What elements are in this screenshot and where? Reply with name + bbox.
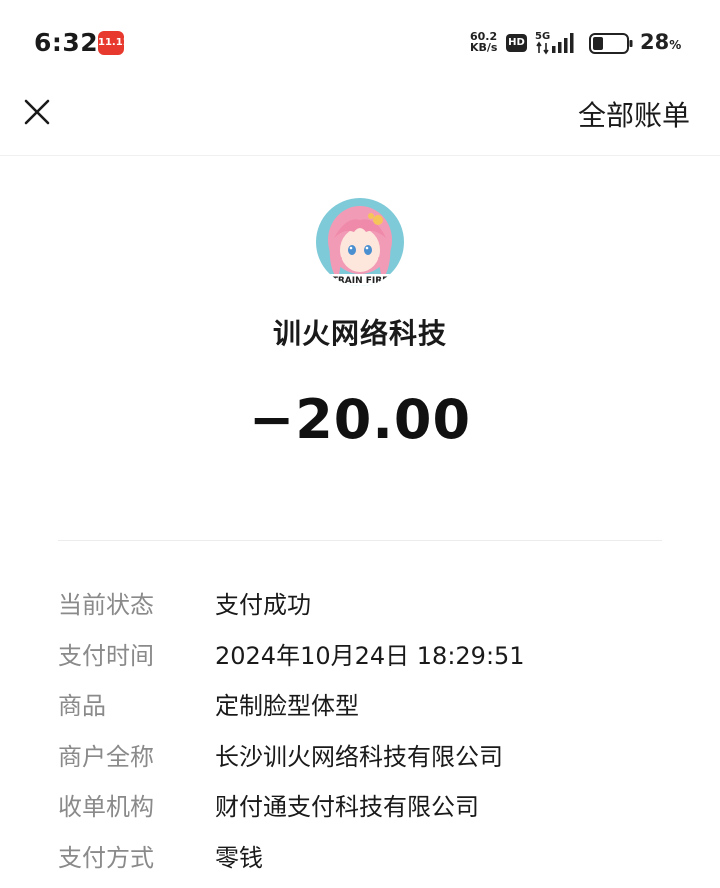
detail-value: 定制脸型体型 xyxy=(215,686,359,721)
status-bar: 6:32 11.11 60.2 KB/s HD 5G 28% xyxy=(0,0,720,88)
detail-label: 商户全称 xyxy=(58,737,154,772)
detail-label: 收单机构 xyxy=(58,787,154,822)
detail-label: 当前状态 xyxy=(58,585,154,620)
battery-percent-unit: % xyxy=(669,38,681,52)
detail-value: 2024年10月24日 18:29:51 xyxy=(215,636,525,671)
detail-value: 长沙训火网络科技有限公司 xyxy=(215,737,503,772)
detail-row-acquirer: 收单机构 财付通支付科技有限公司 xyxy=(58,787,698,838)
battery-percent-value: 28 xyxy=(640,30,669,54)
detail-value: 财付通支付科技有限公司 xyxy=(215,787,479,822)
detail-value: 支付成功 xyxy=(215,585,311,620)
detail-label: 商品 xyxy=(58,686,106,721)
close-icon[interactable] xyxy=(22,97,52,127)
detail-row-product: 商品 定制脸型体型 xyxy=(58,686,698,737)
divider xyxy=(58,540,662,541)
detail-label: 支付时间 xyxy=(58,636,154,671)
app-notification-icon: 11.11 xyxy=(98,31,124,55)
hd-icon: HD xyxy=(506,34,527,52)
detail-row-pay-method: 支付方式 零钱 xyxy=(58,838,698,888)
top-nav: 全部账单 xyxy=(0,88,720,156)
signal-icon: 5G xyxy=(535,29,581,55)
detail-row-merchant-full-name: 商户全称 长沙训火网络科技有限公司 xyxy=(58,737,698,788)
detail-label: 支付方式 xyxy=(58,838,154,873)
transaction-details: 当前状态 支付成功 支付时间 2024年10月24日 18:29:51 商品 定… xyxy=(58,585,698,888)
network-type: 5G xyxy=(535,31,550,42)
detail-row-pay-time: 支付时间 2024年10月24日 18:29:51 xyxy=(58,636,698,687)
battery-percent: 28% xyxy=(640,30,681,54)
status-time: 6:32 xyxy=(34,28,98,57)
avatar-caption: TRAIN FIRE xyxy=(332,276,389,286)
avatar-image: TRAIN FIRE xyxy=(316,198,404,286)
detail-row-status: 当前状态 支付成功 xyxy=(58,585,698,636)
network-speed-unit: KB/s xyxy=(470,42,497,53)
merchant-name: 训火网络科技 xyxy=(0,312,720,352)
merchant-avatar: TRAIN FIRE xyxy=(316,198,404,286)
battery-icon xyxy=(589,33,633,54)
payment-amount: −20.00 xyxy=(0,388,720,451)
detail-value: 零钱 xyxy=(215,838,263,873)
network-speed: 60.2 KB/s xyxy=(470,31,497,53)
all-bills-button[interactable]: 全部账单 xyxy=(578,94,690,134)
